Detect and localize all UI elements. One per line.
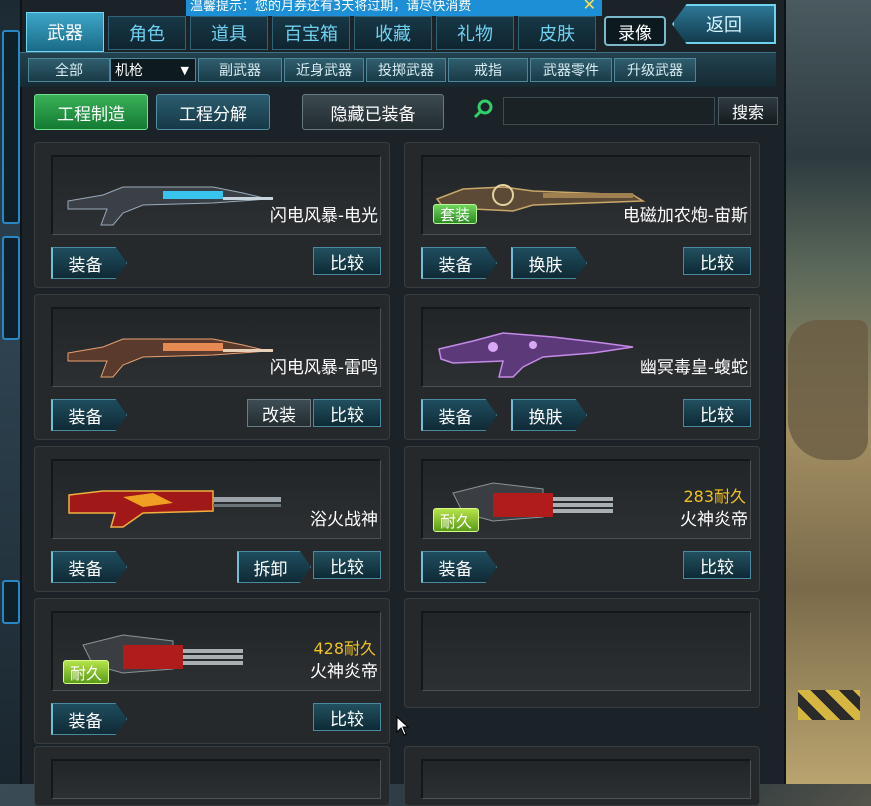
- side-frame: [2, 30, 20, 224]
- weapon-slot: 幽冥毒皇-蝮蛇: [421, 307, 751, 387]
- rifle-icon: [67, 338, 273, 378]
- empty-weapon-slot: [421, 611, 751, 691]
- weapon-name: 浴火战神: [310, 510, 378, 530]
- subcategory-bar: 全部 机枪 ▼ 副武器 近身武器 投掷武器 戒指 武器零件 升级武器: [20, 52, 776, 87]
- weapon-card[interactable]: 幽冥毒皇-蝮蛇 装备 换肤 比较: [404, 294, 760, 440]
- compare-button[interactable]: 比较: [683, 399, 751, 427]
- equip-button[interactable]: 装备: [51, 703, 127, 735]
- weapon-slot: 428耐久 耐久 火神炎帝: [51, 611, 381, 691]
- weapon-card[interactable]: 闪电风暴-电光 装备 比较: [34, 142, 390, 288]
- side-frame: [2, 580, 20, 624]
- equip-button[interactable]: 装备: [421, 399, 497, 431]
- subcat-throwing[interactable]: 投掷武器: [366, 58, 446, 82]
- durability-value: 283耐久: [683, 487, 746, 506]
- weapon-slot: 套装 电磁加农炮-宙斯: [421, 155, 751, 235]
- subcat-rings[interactable]: 戒指: [448, 58, 528, 82]
- weapon-card[interactable]: 428耐久 耐久 火神炎帝 装备 比较: [34, 598, 390, 744]
- change-skin-button[interactable]: 换肤: [511, 247, 587, 279]
- weapon-card[interactable]: [404, 746, 760, 806]
- durability-badge: 耐久: [433, 508, 480, 532]
- compare-button[interactable]: 比较: [683, 247, 751, 275]
- weapon-name: 火神炎帝: [680, 510, 748, 530]
- equip-button[interactable]: 装备: [421, 247, 497, 279]
- equip-button[interactable]: 装备: [51, 399, 127, 431]
- compare-button[interactable]: 比较: [683, 551, 751, 579]
- weapon-name: 闪电风暴-雷鸣: [269, 358, 378, 378]
- heavy-gun-icon: [68, 490, 281, 528]
- weapon-card[interactable]: 闪电风暴-雷鸣 装备 改装 比较: [34, 294, 390, 440]
- unmount-button[interactable]: 拆卸: [237, 551, 311, 583]
- notice-text: 温馨提示：您的月券还有3天将过期，请尽快消费: [190, 0, 472, 14]
- weapon-slot: 283耐久 耐久 火神炎帝: [421, 459, 751, 539]
- rifle-icon: [67, 186, 273, 226]
- hide-equipped-button[interactable]: 隐藏已装备: [302, 94, 444, 130]
- chevron-down-icon: ▼: [180, 63, 189, 77]
- weapon-slot: 闪电风暴-电光: [51, 155, 381, 235]
- durability-badge: 耐久: [63, 660, 110, 684]
- tab-characters[interactable]: 角色: [108, 16, 186, 50]
- weapon-slot: [51, 759, 381, 799]
- equip-button[interactable]: 装备: [51, 551, 127, 583]
- weapon-card[interactable]: 浴火战神 装备 拆卸 比较: [34, 446, 390, 592]
- change-skin-button[interactable]: 换肤: [511, 399, 587, 431]
- subcat-dropdown[interactable]: 机枪 ▼: [110, 58, 196, 82]
- weapon-name: 火神炎帝: [310, 662, 378, 682]
- record-button[interactable]: 录像: [604, 16, 666, 46]
- equip-button[interactable]: 装备: [421, 551, 497, 583]
- tab-skins[interactable]: 皮肤: [518, 16, 596, 50]
- tab-favorites[interactable]: 收藏: [354, 16, 432, 50]
- back-button[interactable]: 返回: [672, 4, 776, 44]
- compare-button[interactable]: 比较: [313, 551, 381, 579]
- equip-button[interactable]: 装备: [51, 247, 127, 279]
- craft-button[interactable]: 工程制造: [34, 94, 148, 130]
- weapon-slot: 浴火战神: [51, 459, 381, 539]
- search-button[interactable]: 搜索: [718, 97, 778, 125]
- tab-weapons[interactable]: 武器: [26, 12, 104, 52]
- subcat-upgrade[interactable]: 升级武器: [614, 58, 696, 82]
- suit-badge: 套装: [433, 204, 478, 224]
- modify-button[interactable]: 改装: [247, 399, 311, 427]
- rifle-icon: [438, 332, 634, 378]
- weapon-slot: 闪电风暴-雷鸣: [51, 307, 381, 387]
- close-icon[interactable]: ✕: [583, 0, 596, 13]
- weapon-name: 闪电风暴-电光: [269, 206, 378, 226]
- weapon-card[interactable]: 283耐久 耐久 火神炎帝 装备 比较: [404, 446, 760, 592]
- compare-button[interactable]: 比较: [313, 399, 381, 427]
- empty-slot-card: [404, 598, 760, 708]
- scenery-rock: [788, 320, 868, 460]
- durability-value: 428耐久: [313, 639, 376, 658]
- tab-treasure-box[interactable]: 百宝箱: [272, 16, 350, 50]
- subcat-secondary[interactable]: 副武器: [198, 58, 282, 82]
- side-frame: [2, 236, 20, 340]
- subcat-all[interactable]: 全部: [28, 58, 110, 82]
- subcat-parts[interactable]: 武器零件: [530, 58, 612, 82]
- tab-gifts[interactable]: 礼物: [436, 16, 514, 50]
- weapon-name: 电磁加农炮-宙斯: [622, 206, 748, 226]
- subcat-dropdown-value: 机枪: [115, 63, 143, 79]
- weapon-slot: [421, 759, 751, 799]
- compare-button[interactable]: 比较: [313, 703, 381, 731]
- disassemble-button[interactable]: 工程分解: [156, 94, 270, 130]
- weapon-card[interactable]: 套装 电磁加农炮-宙斯 装备 换肤 比较: [404, 142, 760, 288]
- background-scenery: [780, 0, 871, 784]
- search-icon: [473, 99, 493, 119]
- weapon-card[interactable]: [34, 746, 390, 806]
- search-input[interactable]: [503, 97, 715, 125]
- mouse-cursor-icon: [396, 716, 410, 736]
- compare-button[interactable]: 比较: [313, 247, 381, 275]
- subcat-melee[interactable]: 近身武器: [284, 58, 364, 82]
- tab-items[interactable]: 道具: [190, 16, 268, 50]
- scenery-warning-sign: [798, 690, 860, 720]
- weapon-name: 幽冥毒皇-蝮蛇: [639, 358, 748, 378]
- notice-banner: 温馨提示：您的月券还有3天将过期，请尽快消费 ✕: [186, 0, 602, 16]
